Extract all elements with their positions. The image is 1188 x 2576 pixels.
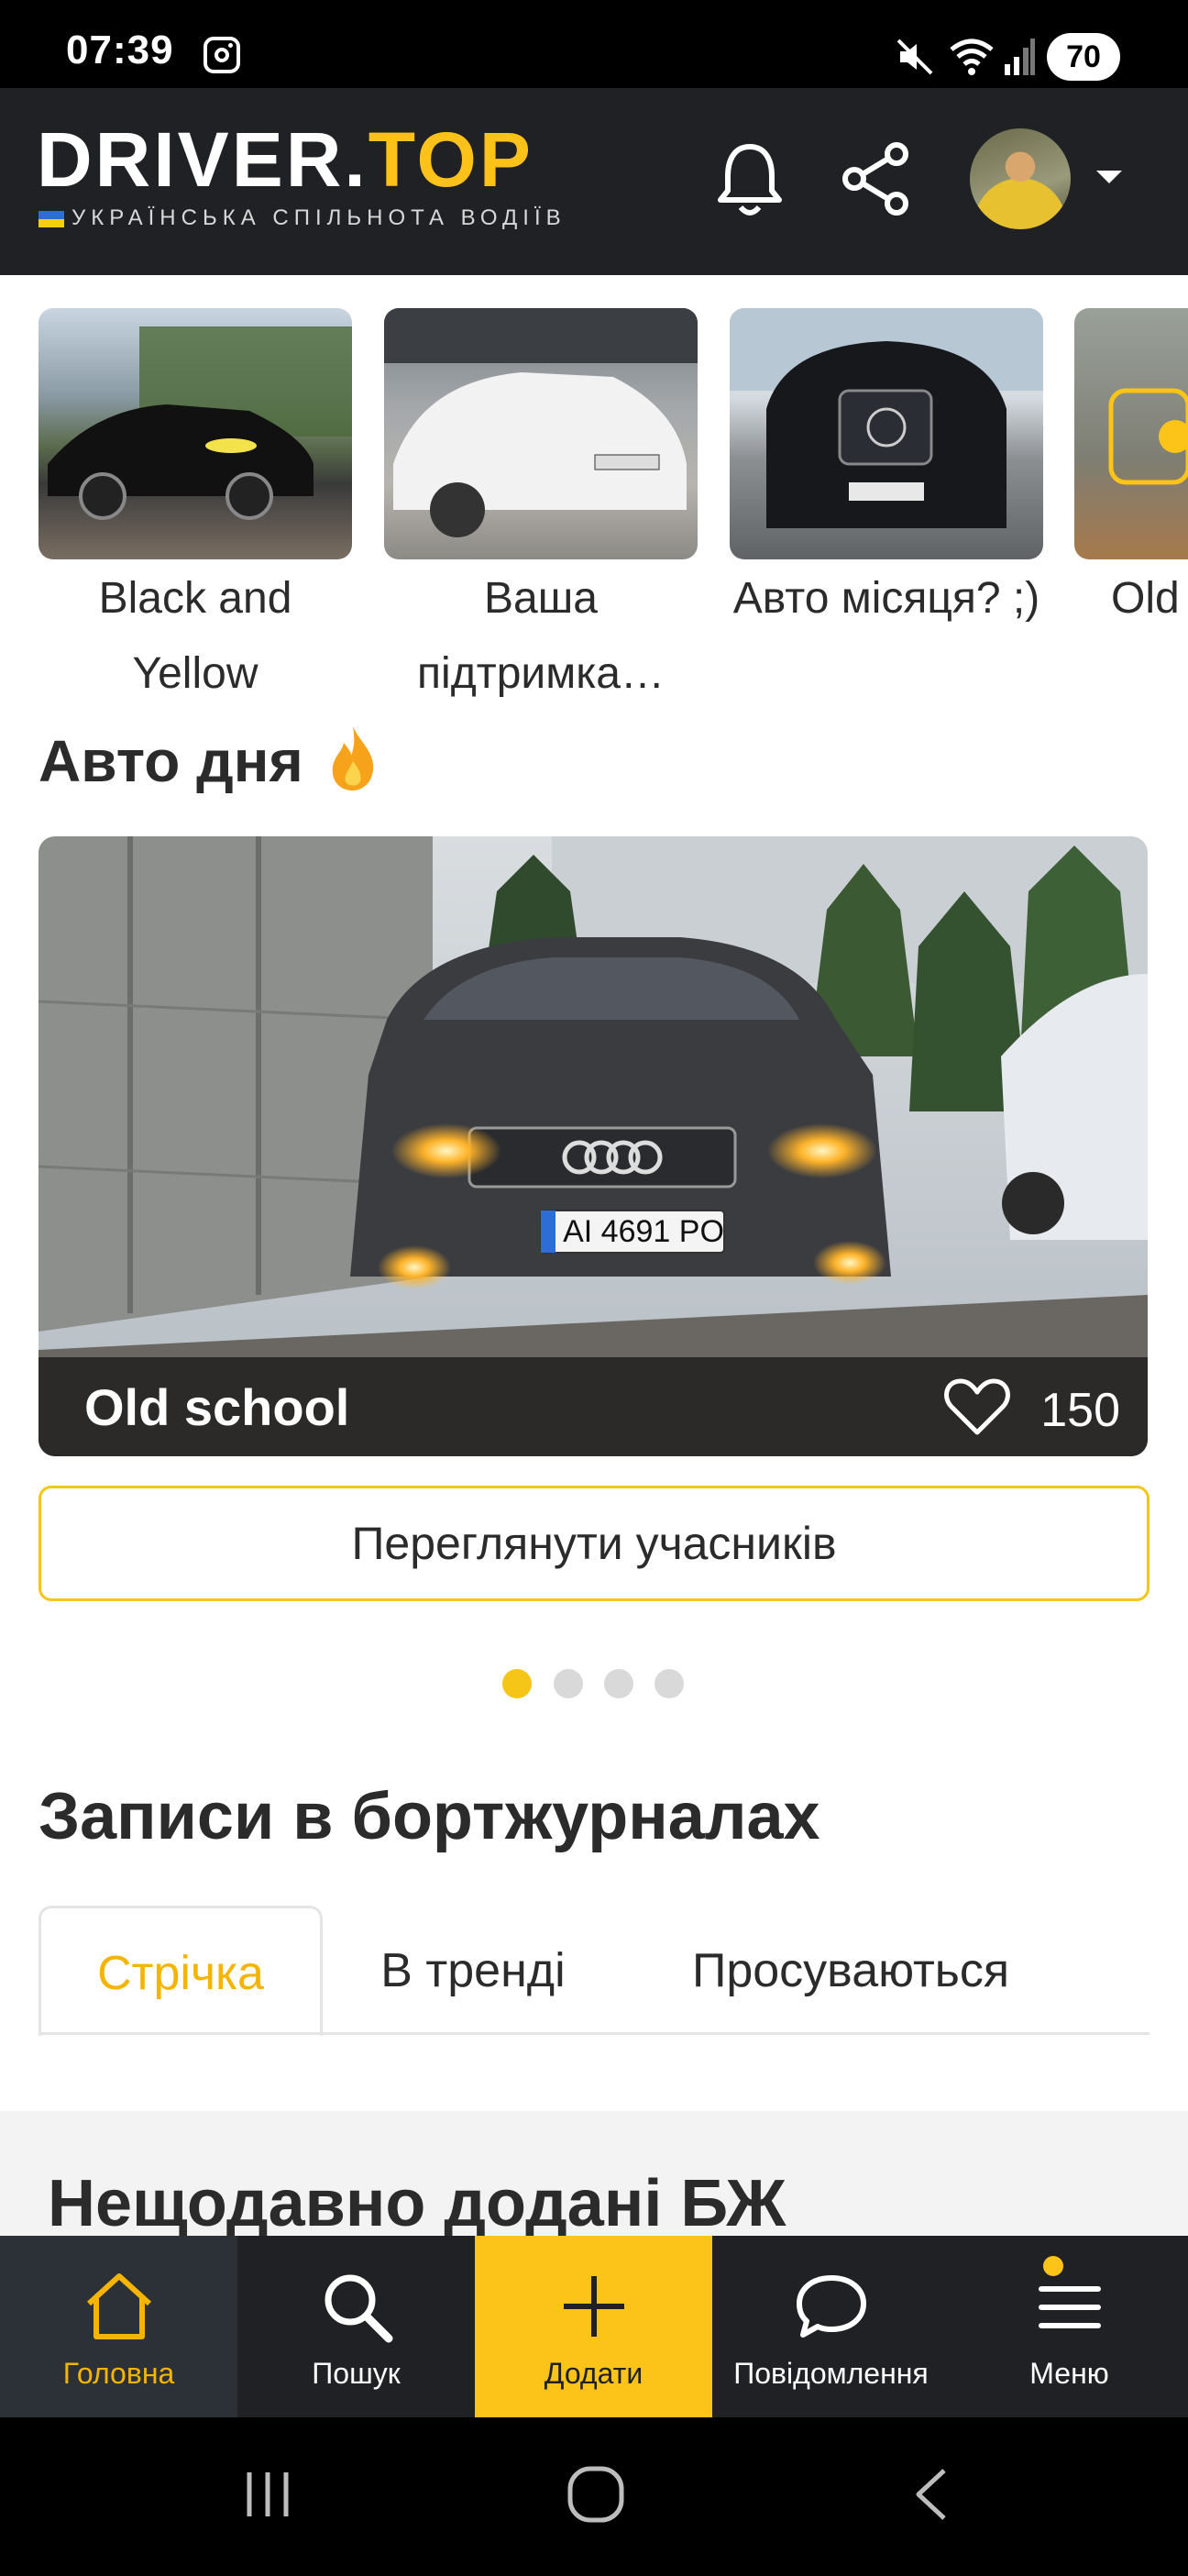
recent-logbooks-section: Нещодавно додані БЖ: [0, 2111, 1188, 2240]
back-icon[interactable]: [908, 2465, 955, 2524]
signal-icon: [1005, 39, 1035, 75]
card-caption-bar: Old school 150: [38, 1357, 1148, 1456]
bottom-navigation: Головна Пошук Додати Повідомлення Меню: [0, 2236, 1188, 2417]
story-label[interactable]: Ваша підтримка…: [384, 561, 698, 712]
status-bar: 07:39 70: [0, 0, 1188, 88]
view-participants-button[interactable]: Переглянути учасників: [38, 1486, 1150, 1601]
chat-icon: [797, 2275, 866, 2338]
avatar[interactable]: [970, 128, 1071, 229]
pagination-dot[interactable]: [604, 1669, 633, 1698]
fire-icon: [332, 726, 373, 790]
status-time: 07:39: [66, 28, 174, 72]
car-name: Old school: [84, 1378, 350, 1436]
car-photo: [48, 326, 352, 520]
license-plate: AI 4691 PO: [563, 1214, 724, 1249]
car-photo: [1108, 388, 1188, 485]
pagination-dot[interactable]: [502, 1669, 532, 1698]
tab-trending[interactable]: В тренді: [348, 1906, 598, 2036]
recent-apps-icon[interactable]: [238, 2465, 297, 2524]
nav-label: Меню: [1029, 2357, 1109, 2390]
nav-add[interactable]: Додати: [475, 2236, 712, 2417]
nav-label: Додати: [544, 2357, 644, 2390]
nav-label: Повідомлення: [733, 2357, 929, 2390]
pagination-dot[interactable]: [654, 1669, 684, 1698]
nav-menu[interactable]: Меню: [951, 2236, 1188, 2417]
car-of-day-title: Авто дня: [38, 724, 379, 795]
story-thumbnail[interactable]: [38, 308, 352, 559]
home-button-icon[interactable]: [565, 2463, 627, 2526]
instagram-icon: [204, 37, 240, 73]
ukraine-flag-icon: [38, 210, 64, 227]
menu-icon: [1039, 2286, 1101, 2328]
mute-icon: [896, 39, 933, 75]
tab-promoted[interactable]: Просуваються: [642, 1906, 1060, 2036]
story-label[interactable]: Black and Yellow: [38, 561, 352, 712]
battery-indicator: 70: [1047, 33, 1120, 81]
logbooks-title: Записи в бортжурналах: [38, 1780, 820, 1853]
nav-search[interactable]: Пошук: [237, 2236, 475, 2417]
notification-dot: [1043, 2256, 1063, 2276]
plus-icon: [564, 2276, 624, 2337]
share-icon[interactable]: [840, 139, 913, 218]
car-photo: [384, 308, 698, 537]
wifi-icon: [950, 39, 994, 75]
likes-count: 150: [1040, 1384, 1120, 1437]
heart-icon[interactable]: [944, 1377, 1010, 1436]
story-thumbnail[interactable]: [384, 308, 698, 559]
story-thumbnail[interactable]: [1074, 308, 1188, 559]
story-label[interactable]: Авто місяця? ;): [730, 561, 1043, 636]
system-navigation-bar: [0, 2417, 1188, 2576]
nav-messages[interactable]: Повідомлення: [712, 2236, 950, 2417]
recent-logbooks-title: Нещодавно додані БЖ: [48, 2167, 786, 2240]
driver-top-logo[interactable]: DRIVER.TOP: [37, 121, 534, 198]
nav-label: Головна: [62, 2357, 175, 2390]
logo-tagline: УКРАЇНСЬКА СПІЛЬНОТА ВОДІЇВ: [38, 205, 566, 231]
bell-icon[interactable]: [715, 139, 785, 218]
tab-divider: [38, 2032, 1150, 2035]
app-header: DRIVER.TOP УКРАЇНСЬКА СПІЛЬНОТА ВОДІЇВ: [0, 88, 1188, 275]
car-of-day-card[interactable]: AI 4691 PO Old school 150: [38, 836, 1148, 1456]
pagination-dot[interactable]: [554, 1669, 583, 1698]
story-thumbnail[interactable]: [730, 308, 1043, 559]
search-icon: [324, 2274, 393, 2343]
nav-label: Пошук: [312, 2357, 401, 2390]
chevron-down-icon[interactable]: [1096, 171, 1122, 183]
story-label[interactable]: Old: [1074, 561, 1188, 636]
nav-home[interactable]: Головна: [0, 2236, 237, 2417]
tab-feed[interactable]: Стрічка: [38, 1906, 323, 2036]
home-icon: [86, 2273, 152, 2339]
car-photo: [730, 308, 1043, 528]
